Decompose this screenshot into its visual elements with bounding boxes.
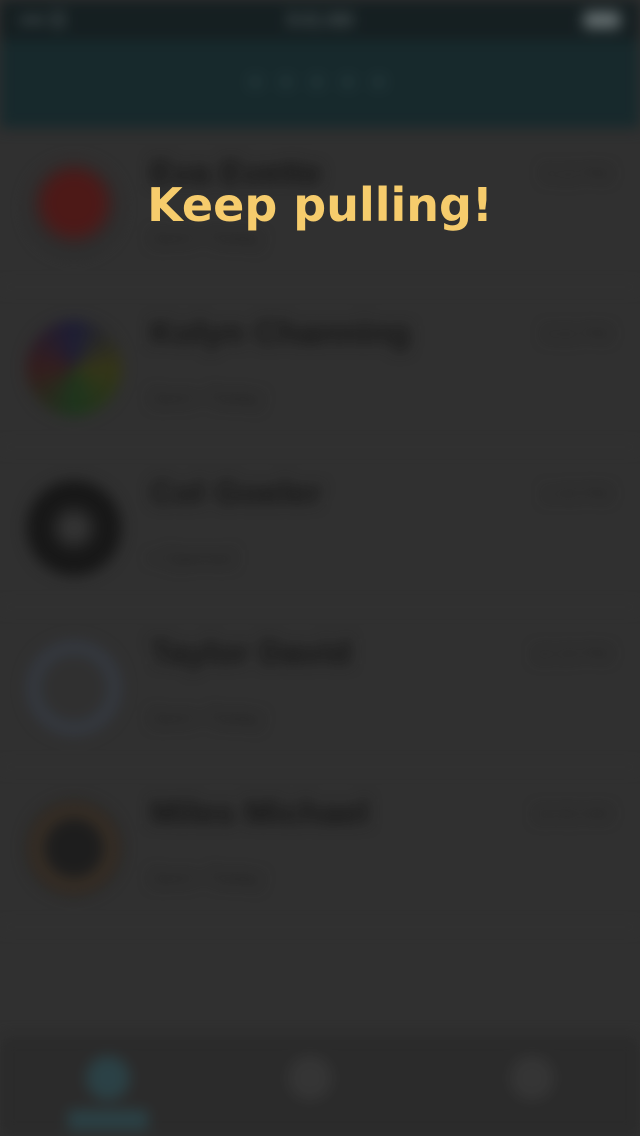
pull-to-refresh-message: Keep pulling!	[147, 178, 493, 232]
dim-overlay	[0, 0, 640, 1136]
